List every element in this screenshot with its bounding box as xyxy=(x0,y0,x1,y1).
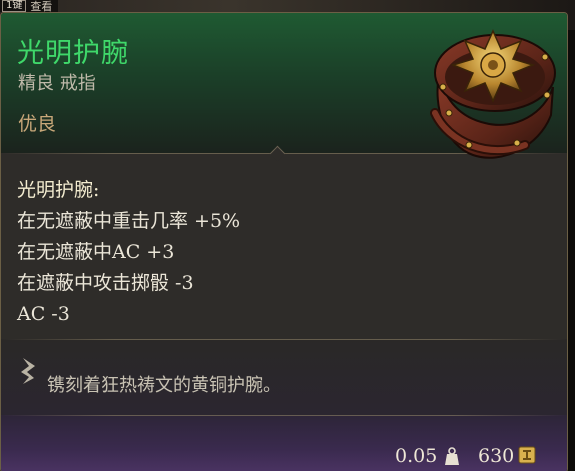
effect-line: 在无遮蔽中重击几率 +5% xyxy=(17,210,241,232)
item-tooltip: 光明护腕 精良 戒指 优良 光明护腕: 在无遮蔽中重击几率 +5% 在无遮蔽中A… xyxy=(0,12,568,471)
footer-divider xyxy=(1,415,567,416)
game-screen: 1键 查看 光明护腕 精良 戒指 优良 光明护腕: 在无遮蔽中重击几率 +5% … xyxy=(0,0,575,471)
body-divider xyxy=(1,339,567,340)
effect-line: AC -3 xyxy=(17,303,70,325)
item-rarity: 优良 xyxy=(18,113,57,135)
flavor-text: 镌刻着狂热祷文的黄铜护腕。 xyxy=(47,375,281,396)
item-type: 精良 戒指 xyxy=(18,73,96,94)
key-hint-key: 1键 xyxy=(2,0,27,12)
item-value: 630 xyxy=(478,445,515,467)
weight-icon xyxy=(445,447,459,465)
bracer-item-art xyxy=(430,29,556,159)
quill-icon xyxy=(21,358,35,384)
item-weight: 0.05 xyxy=(395,445,438,467)
key-hint: 1键 查看 xyxy=(0,0,59,13)
effect-line: 在遮蔽中攻击掷骰 -3 xyxy=(17,272,194,294)
effect-line: 在无遮蔽中AC +3 xyxy=(17,241,175,263)
item-effects: 光明护腕: 在无遮蔽中重击几率 +5% 在无遮蔽中AC +3 在遮蔽中攻击掷骰 … xyxy=(17,175,240,330)
gold-coin-icon xyxy=(518,446,536,464)
item-name: 光明护腕 xyxy=(17,38,129,69)
effect-title: 光明护腕: xyxy=(17,179,100,201)
